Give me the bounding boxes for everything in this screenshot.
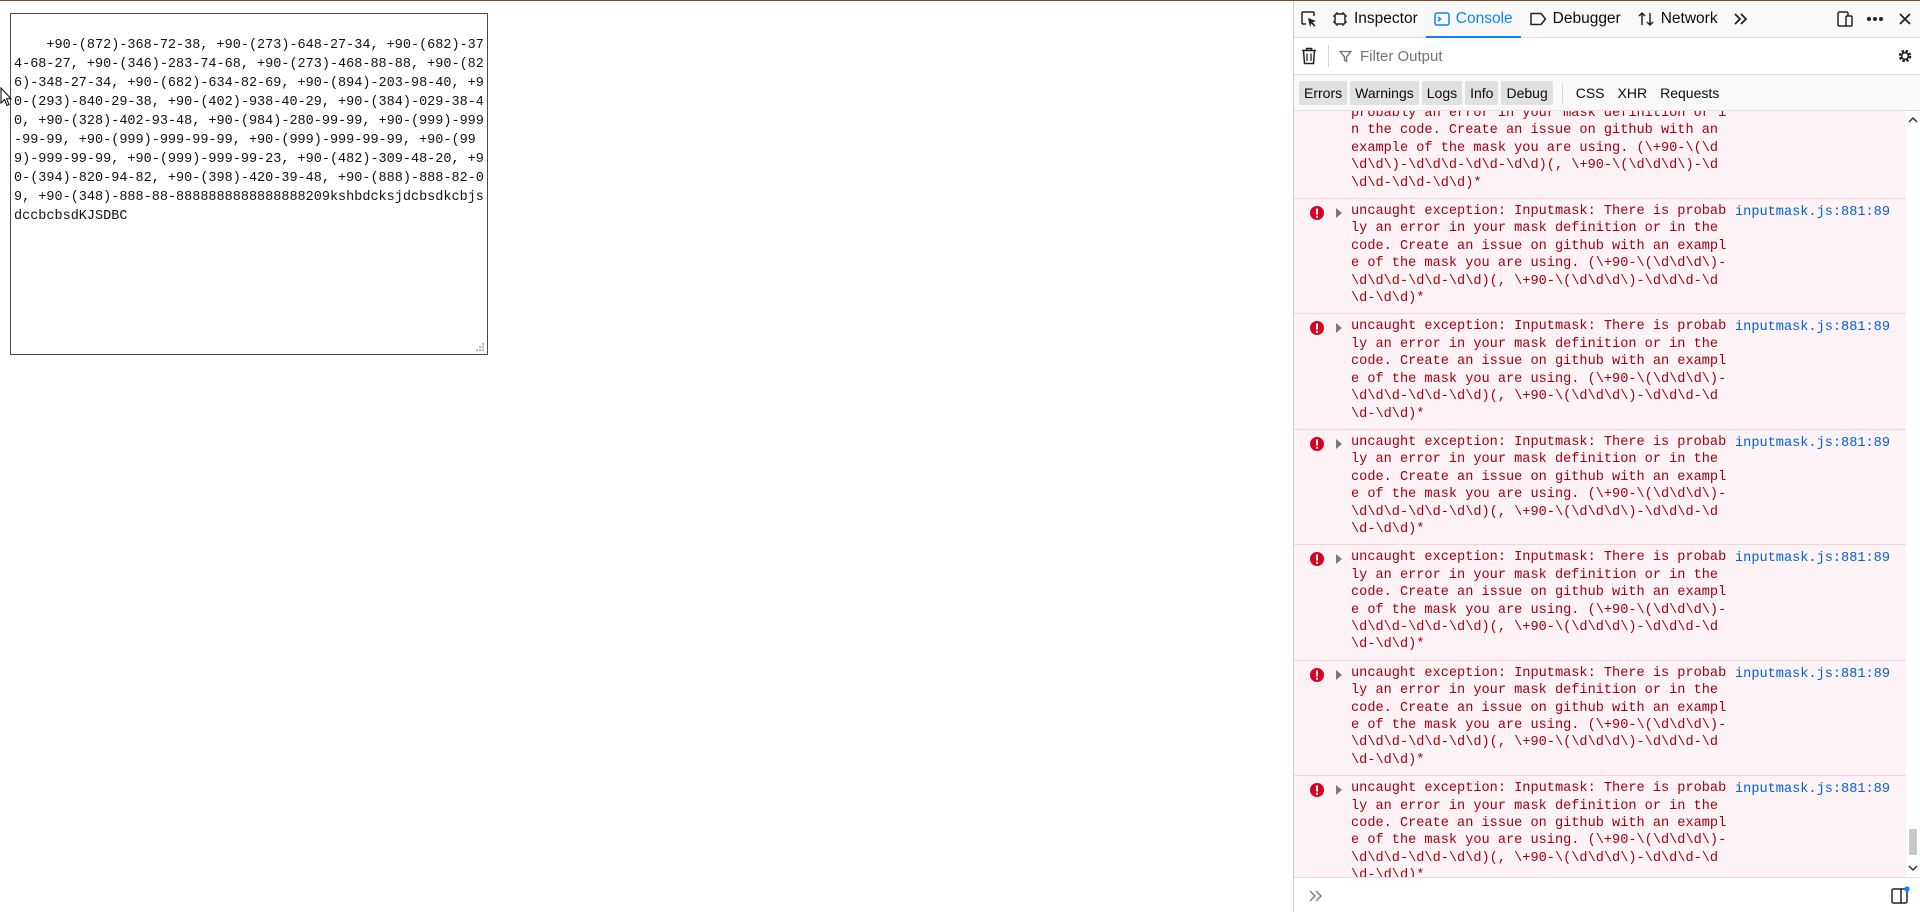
tab-inspector[interactable]: Inspector (1324, 1, 1426, 37)
console-output: probably an error in your mask definitio… (1294, 111, 1906, 877)
mouse-cursor-icon (0, 87, 12, 107)
console-message-text: uncaught exception: Inputmask: There is … (1351, 204, 1727, 307)
gear-icon (1898, 49, 1912, 63)
filter-warnings-button[interactable]: Warnings (1350, 80, 1419, 105)
console-message: uncaught exception: Inputmask: There is … (1294, 776, 1906, 877)
inspector-icon (1333, 12, 1347, 26)
more-tabs-button[interactable] (1726, 1, 1756, 37)
message-source-link[interactable]: inputmask.js:881:89 (1735, 435, 1890, 452)
console-message-text: uncaught exception: Inputmask: There is … (1351, 665, 1727, 768)
message-source-link[interactable]: inputmask.js:881:89 (1735, 204, 1890, 221)
more-options-icon (1867, 17, 1883, 21)
devtools-panel: Inspector Console Debugger Network Filte… (1293, 1, 1920, 913)
filter-requests-button[interactable]: Requests (1655, 81, 1724, 105)
console-input-bar (1294, 877, 1920, 913)
console-message-text: uncaught exception: Inputmask: There is … (1351, 781, 1727, 877)
tab-network[interactable]: Network (1629, 1, 1726, 37)
expand-message-toggle[interactable] (1336, 669, 1342, 680)
filter-errors-button[interactable]: Errors (1299, 80, 1348, 105)
filter-xhr-button[interactable]: XHR (1613, 81, 1653, 105)
devtools-menu-button[interactable] (1860, 1, 1890, 37)
console-message: uncaught exception: Inputmask: There is … (1294, 660, 1906, 777)
console-icon (1434, 12, 1450, 26)
message-source-link[interactable]: inputmask.js:881:89 (1735, 319, 1890, 336)
console-message-text: uncaught exception: Inputmask: There is … (1351, 550, 1727, 653)
message-source-link[interactable]: inputmask.js:881:89 (1735, 781, 1890, 798)
element-picker-icon (1301, 11, 1316, 27)
devtools-toolbar: Inspector Console Debugger Network (1294, 1, 1920, 38)
phone-numbers-textarea[interactable]: +90-(872)-368-72-38, +90-(273)-648-27-34… (10, 13, 488, 355)
textarea-value: +90-(872)-368-72-38, +90-(273)-648-27-34… (14, 38, 484, 224)
error-icon (1310, 667, 1324, 682)
scrollbar-thumb[interactable] (1909, 829, 1917, 855)
filter-debug-button[interactable]: Debug (1501, 80, 1553, 105)
console-message-text: uncaught exception: Inputmask: There is … (1351, 434, 1727, 537)
sidebar-toggle-icon[interactable] (1890, 885, 1910, 906)
clear-console-button[interactable] (1294, 38, 1324, 74)
console-message: uncaught exception: Inputmask: There is … (1294, 199, 1906, 315)
message-source-link[interactable]: inputmask.js:881:89 (1735, 550, 1890, 567)
error-icon (1310, 783, 1324, 798)
console-message-text: uncaught exception: Inputmask: There is … (1351, 319, 1727, 422)
console-message: uncaught exception: Inputmask: There is … (1294, 545, 1906, 661)
tab-debugger-label: Debugger (1552, 10, 1621, 27)
error-icon (1310, 552, 1324, 567)
log-category-bar: Errors Warnings Logs Info Debug CSS XHR … (1294, 75, 1920, 111)
filter-icon (1339, 50, 1352, 63)
chevron-down-icon[interactable] (1908, 863, 1918, 873)
error-icon (1310, 436, 1324, 451)
prompt-chevron-icon (1309, 890, 1322, 901)
debugger-icon (1529, 12, 1546, 26)
error-icon (1310, 321, 1324, 336)
close-icon (1899, 13, 1911, 25)
expand-message-toggle[interactable] (1336, 208, 1342, 219)
close-devtools-button[interactable] (1890, 1, 1920, 37)
console-settings-button[interactable] (1890, 38, 1920, 74)
console-filter-bar (1294, 38, 1920, 75)
element-picker-button[interactable] (1294, 1, 1324, 37)
expand-message-toggle[interactable] (1336, 785, 1342, 796)
expand-message-toggle[interactable] (1336, 323, 1342, 334)
tab-inspector-label: Inspector (1354, 10, 1418, 27)
console-message: uncaught exception: Inputmask: There is … (1294, 314, 1906, 430)
category-separator (1561, 82, 1563, 103)
console-scrollbar[interactable] (1906, 111, 1920, 877)
console-message-partial: probably an error in your mask definitio… (1294, 111, 1906, 200)
double-chevron-right-icon (1733, 13, 1747, 25)
tab-debugger[interactable]: Debugger (1521, 1, 1629, 37)
responsive-design-mode-button[interactable] (1830, 1, 1860, 37)
filter-info-button[interactable]: Info (1465, 80, 1499, 105)
error-icon (1310, 206, 1324, 221)
console-message-text: probably an error in your mask definitio… (1351, 111, 1727, 191)
resize-grip-icon[interactable] (475, 342, 485, 352)
filter-css-button[interactable]: CSS (1571, 81, 1610, 105)
tab-network-label: Network (1660, 10, 1718, 27)
message-list: probably an error in your mask definitio… (1294, 111, 1906, 877)
chevron-up-icon[interactable] (1908, 115, 1918, 125)
tab-console-label: Console (1455, 10, 1513, 27)
expand-message-toggle[interactable] (1336, 438, 1342, 449)
message-source-link[interactable]: inputmask.js:881:89 (1735, 666, 1890, 683)
trash-icon (1302, 47, 1316, 65)
filter-logs-button[interactable]: Logs (1421, 80, 1463, 105)
expand-message-toggle[interactable] (1336, 554, 1342, 565)
tab-console[interactable]: Console (1425, 1, 1521, 38)
responsive-mode-icon (1837, 11, 1853, 27)
page-viewport: +90-(872)-368-72-38, +90-(273)-648-27-34… (0, 1, 1293, 912)
toolbar-separator (1328, 45, 1329, 67)
filter-output-input[interactable] (1358, 42, 1890, 70)
console-message: uncaught exception: Inputmask: There is … (1294, 429, 1906, 546)
console-input[interactable] (1334, 882, 1890, 909)
network-icon (1638, 11, 1654, 27)
